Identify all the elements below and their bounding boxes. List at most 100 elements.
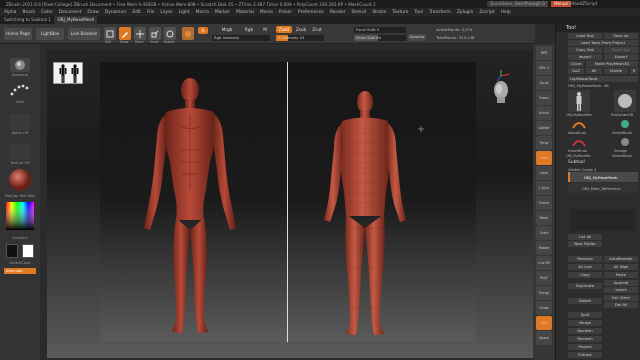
tool-thumb-simplebrush[interactable]	[616, 118, 634, 130]
goz-r-button[interactable]: R	[630, 68, 638, 74]
alpha-button[interactable]	[10, 114, 30, 130]
alternate-button[interactable]: Alternate	[4, 268, 36, 274]
bpr-button[interactable]: BPR	[536, 46, 552, 60]
focal-shift-slider[interactable]: Focal Shift 0	[354, 27, 406, 33]
boolean-button[interactable]: Boolean	[568, 328, 602, 334]
polyf-button[interactable]: PolyF	[536, 271, 552, 285]
menu-item[interactable]: Light	[179, 10, 190, 15]
zcut-toggle[interactable]: Zcut	[310, 26, 324, 33]
color-picker[interactable]	[6, 202, 34, 230]
import-button[interactable]: Import	[568, 54, 602, 60]
texture-button[interactable]	[10, 144, 30, 160]
solo-button[interactable]: Solo	[536, 316, 552, 330]
menu-item[interactable]: Color	[41, 10, 52, 15]
zadd-toggle[interactable]: Zadd	[276, 26, 292, 33]
append-button[interactable]: Append	[604, 280, 638, 286]
menu-item[interactable]: Marker	[215, 10, 230, 15]
material-button[interactable]	[8, 168, 32, 192]
rgb-toggle[interactable]: Rgb	[242, 26, 256, 33]
document-tab[interactable]: OBJ_MyBaseMesh	[54, 16, 98, 24]
insert-button[interactable]: Insert	[604, 287, 638, 293]
menu-item[interactable]: Document	[59, 10, 82, 15]
tool-thumb-eraserbrush[interactable]	[570, 136, 588, 148]
rotate-mode-button[interactable]	[164, 27, 176, 40]
menu-item[interactable]: Macro	[196, 10, 209, 15]
local-button[interactable]: Local	[536, 166, 552, 180]
menu-item[interactable]: Dynamics	[105, 10, 127, 15]
lightbox-tools-button[interactable]: Lightbox▸Tools	[568, 76, 638, 82]
all-high-button[interactable]: All High	[604, 264, 638, 270]
lsym-button[interactable]: L.Sym	[536, 181, 552, 195]
orientation-gizmo[interactable]	[487, 68, 515, 108]
menu-item[interactable]: Texture	[392, 10, 408, 15]
menu-item[interactable]: Material	[236, 10, 254, 15]
export-button[interactable]: Export	[604, 54, 638, 60]
rename-button[interactable]: Rename	[568, 256, 602, 262]
line-fill-button[interactable]: Line Fill	[536, 256, 552, 270]
load-tool-button[interactable]: Load Tool	[568, 33, 602, 39]
copy-tool-button[interactable]: Copy Tool	[568, 47, 602, 53]
load-tools-from-project-button[interactable]: Load Tools From Project	[568, 40, 638, 46]
draw-mode-button[interactable]	[119, 27, 131, 40]
frame-button[interactable]: Frame	[536, 196, 552, 210]
quicksave-button[interactable]: QuickSave	[487, 1, 516, 7]
tool-thumb-smudge[interactable]	[616, 136, 634, 148]
dynamic-toggle[interactable]: Dynamic	[408, 34, 426, 41]
menu-item[interactable]: Zplugin	[457, 10, 474, 15]
lightbox-button[interactable]: LightBox	[36, 28, 64, 40]
aahalf-button[interactable]: AAHalf	[536, 121, 552, 135]
menu-item[interactable]: File	[147, 10, 154, 15]
autoreorder-button[interactable]: AutoReorder	[604, 256, 638, 262]
tool-thumb-polysphere[interactable]	[614, 90, 636, 112]
stroke-button[interactable]	[8, 82, 32, 98]
see-through-slider[interactable]: See-through 0	[512, 1, 548, 7]
xpose-button[interactable]: Xpose	[536, 331, 552, 345]
draw-size-slider[interactable]: Draw Size 64	[354, 35, 406, 41]
tool-thumb-basemesh[interactable]	[568, 90, 590, 112]
actual-button[interactable]: Actual	[536, 106, 552, 120]
zoom-button[interactable]: Zoom	[536, 91, 552, 105]
clone-button[interactable]: Clone	[568, 61, 584, 67]
move-view-button[interactable]: Move	[536, 211, 552, 225]
del-all-button[interactable]: Del All	[604, 302, 638, 308]
viewport[interactable]	[100, 62, 476, 342]
del-other-button[interactable]: Del Other	[604, 295, 638, 301]
scale-mode-button[interactable]	[149, 27, 161, 40]
subtool-row[interactable]: OBJ_Male_Reference	[568, 183, 638, 193]
all-low-button[interactable]: All Low	[568, 264, 602, 270]
new-folder-button[interactable]: New Folder	[568, 241, 602, 247]
scale-view-button[interactable]: Scale	[536, 226, 552, 240]
rotate-view-button[interactable]: Rotate	[536, 241, 552, 255]
a-toggle[interactable]: A	[198, 27, 208, 34]
menu-item[interactable]: Render	[330, 10, 346, 15]
menu-item[interactable]: Zscript	[479, 10, 494, 15]
subtool-row-active[interactable]: OBJ_MyBaseMesh	[568, 172, 638, 182]
spix-button[interactable]: SPix 3	[536, 61, 552, 75]
secondary-color-swatch[interactable]	[22, 244, 34, 258]
persp-button[interactable]: Persp	[536, 136, 552, 150]
menu-item[interactable]: Movie	[260, 10, 273, 15]
goz-all-button[interactable]: All	[586, 68, 602, 74]
tool-palette-title[interactable]: Tool	[556, 24, 640, 32]
delete-button[interactable]: Delete	[568, 298, 602, 304]
mrgb-toggle[interactable]: Mrgb	[212, 26, 242, 33]
menu-item[interactable]: Help	[501, 10, 511, 15]
list-all-button[interactable]: List All	[568, 234, 602, 240]
ecorche-figure[interactable]	[130, 70, 250, 340]
switch-color-label[interactable]: SwitchColor	[0, 261, 40, 265]
base-mesh-figure[interactable]	[310, 88, 420, 338]
split-button[interactable]: Split	[568, 312, 602, 318]
save-as-button[interactable]: Save As	[604, 33, 638, 39]
menu-item[interactable]: Stencil	[351, 10, 366, 15]
merge-button[interactable]: Merge	[568, 320, 602, 326]
make-polymesh-button[interactable]: Make PolyMesh3D	[586, 61, 638, 67]
home-page-button[interactable]: Home Page	[4, 28, 32, 40]
scroll-button[interactable]: Scroll	[536, 76, 552, 90]
menu-item[interactable]: Stroke	[372, 10, 386, 15]
brush-button[interactable]	[10, 58, 30, 72]
menu-item[interactable]: Layer	[160, 10, 172, 15]
z-intensity-slider[interactable]: Z Intensity 25	[276, 35, 324, 41]
m-toggle[interactable]: M	[260, 26, 270, 33]
copy-button[interactable]: Copy	[568, 272, 602, 278]
menu-item[interactable]: Edit	[133, 10, 142, 15]
